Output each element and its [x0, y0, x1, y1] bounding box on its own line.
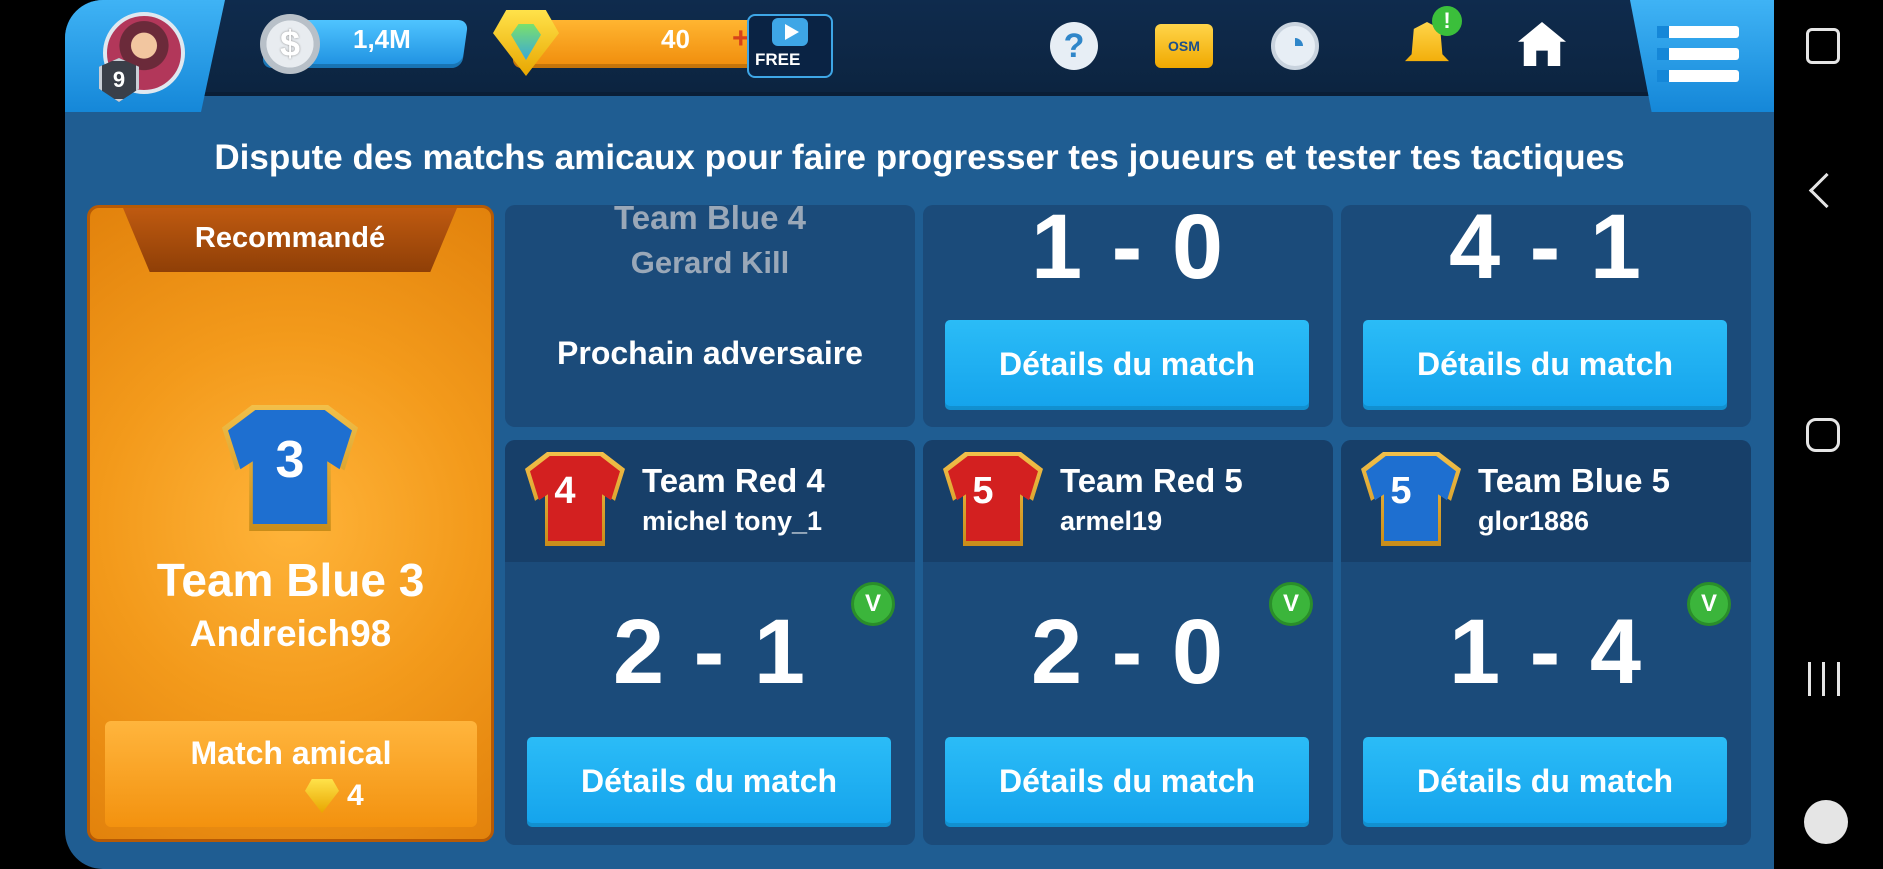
- team-name: Team Blue 4: [614, 205, 806, 236]
- screen-touch-icon[interactable]: [1806, 28, 1840, 64]
- menu-icon-line: [1657, 48, 1739, 60]
- match-card: 4 Team Red 4 michel tony_1 V 2 - 1 Détai…: [505, 440, 915, 845]
- match-score: 2 - 0: [1030, 601, 1226, 703]
- home-nav-icon[interactable]: [1806, 418, 1840, 452]
- jersey-number: 3: [275, 431, 305, 489]
- video-icon: [772, 18, 808, 46]
- match-details-button[interactable]: Détails du match: [1363, 737, 1727, 827]
- jersey-number: 4: [554, 470, 576, 512]
- menu-icon-dot: [1657, 26, 1669, 38]
- menu-icon-line: [1657, 70, 1739, 82]
- match-score: 4 - 1: [1448, 205, 1644, 298]
- back-icon[interactable]: [1808, 172, 1845, 209]
- home-icon[interactable]: [1518, 22, 1566, 66]
- match-details-button[interactable]: Détails du match: [1363, 320, 1727, 410]
- recents-icon[interactable]: [1808, 662, 1840, 696]
- match-details-label: Détails du match: [580, 763, 838, 799]
- manager-name: Andreich98: [189, 613, 392, 654]
- recommended-label: Recommandé: [194, 222, 386, 254]
- team-name: Team Blue 3: [156, 554, 425, 606]
- match-details-label: Détails du match: [1416, 763, 1674, 799]
- menu-icon: [1657, 26, 1739, 38]
- match-score: 1 - 0: [1030, 205, 1226, 298]
- team-name: Team Red 5: [1060, 462, 1243, 499]
- friendly-match-button[interactable]: Match amical 4: [105, 721, 477, 827]
- game-tools-icon[interactable]: [1804, 800, 1848, 844]
- match-score: 1 - 4: [1448, 601, 1644, 703]
- recents-icon-bar: [1822, 662, 1825, 696]
- team-name: Team Blue 5: [1478, 462, 1670, 499]
- jersey-number: 5: [972, 470, 994, 512]
- match-details-label: Détails du match: [998, 346, 1256, 382]
- next-opponent-label: Prochain adversaire: [557, 335, 863, 371]
- team-name: Team Red 4: [642, 462, 825, 499]
- friendly-match-label: Match amical: [190, 735, 392, 771]
- menu-icon-dot: [1657, 48, 1669, 60]
- system-nav-bar: [1774, 0, 1883, 869]
- coins-amount: 1,4M: [353, 24, 411, 54]
- gem-icon: [305, 779, 339, 813]
- manager-name: michel tony_1: [642, 506, 823, 536]
- recommended-card[interactable]: Recommandé 3 Team Blue 3 Andreich98 Matc…: [87, 205, 494, 842]
- jersey-number: 5: [1390, 470, 1412, 512]
- help-icon[interactable]: ?: [1050, 22, 1098, 70]
- match-score: 2 - 1: [612, 601, 808, 703]
- match-card: 5 Team Blue 5 glor1886 V 1 - 4 Détails d…: [1341, 440, 1751, 845]
- top-bar: 9 $ 1,4M 40 + FREE ? OSM !: [65, 0, 1774, 112]
- manager-name: Gerard Kill: [630, 245, 790, 280]
- match-cost: 4: [347, 779, 364, 812]
- match-card: 1 - 0 Détails du match: [923, 205, 1333, 427]
- coin-icon: $: [260, 14, 320, 74]
- notification-badge: !: [1432, 6, 1462, 36]
- match-card: 4 - 1 Détails du match: [1341, 205, 1751, 427]
- page-subtitle: Dispute des matchs amicaux pour faire pr…: [214, 138, 1625, 177]
- match-details-label: Détails du match: [998, 763, 1256, 799]
- match-card: 5 Team Red 5 armel19 V 2 - 0 Détails du …: [923, 440, 1333, 845]
- menu-icon-dot: [1657, 70, 1669, 82]
- match-details-button[interactable]: Détails du match: [527, 737, 891, 827]
- next-opponent-card[interactable]: Team Blue 4 Gerard Kill Prochain adversa…: [505, 205, 915, 427]
- gems-amount: 40: [661, 24, 690, 54]
- recommended-ribbon: Recommandé: [123, 208, 457, 272]
- clock-icon[interactable]: [1271, 22, 1319, 70]
- match-details-label: Détails du match: [1416, 346, 1674, 382]
- free-label: FREE: [755, 50, 801, 69]
- manager-name: glor1886: [1478, 506, 1590, 536]
- match-details-button[interactable]: Détails du match: [945, 737, 1309, 827]
- game-screen: 9 $ 1,4M 40 + FREE ? OSM ! Dispute des m…: [65, 0, 1774, 869]
- osm-bag-icon[interactable]: OSM: [1155, 24, 1213, 68]
- manager-name: armel19: [1060, 506, 1163, 536]
- match-details-button[interactable]: Détails du match: [945, 320, 1309, 410]
